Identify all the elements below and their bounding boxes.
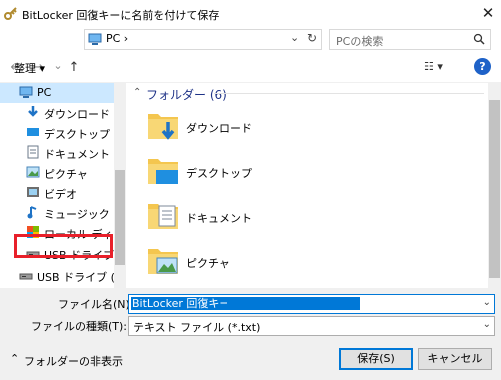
pictures-icon [26,166,40,178]
highlight-box [14,234,113,258]
filename-dropdown-button[interactable]: ⌄ [483,297,491,308]
usb-drive-icon [19,273,33,280]
title-bar: BitLocker 回復キーに名前を付けて保存 ✕ [0,0,501,28]
folder-label: ダウンロード [186,122,252,135]
folder-label: ドキュメント [186,212,252,225]
sidebar-item-usb-drive-root[interactable]: USB ドライブ (D:) [0,266,117,286]
file-list-scroll-thumb[interactable] [489,100,500,278]
search-icon[interactable] [473,33,485,45]
sidebar-item-videos[interactable]: ビデオ [0,183,117,203]
pc-icon [88,33,102,45]
close-button[interactable]: ✕ [478,3,498,23]
sidebar-item-documents[interactable]: ドキュメント [0,143,117,163]
filetype-select[interactable]: テキスト ファイル (*.txt) ⌄ [128,316,495,336]
sidebar-item-pictures[interactable]: ピクチャ [0,163,117,183]
documents-icon [27,145,39,159]
sidebar-item-label: PC [37,86,52,99]
help-button[interactable]: ? [474,58,491,75]
sidebar-item-label: USB ドライブ (D:) [37,271,117,284]
filetype-label: ファイルの種類(T): [31,320,128,333]
folder-item-desktop[interactable]: デスクトップ [146,151,346,191]
view-options-button[interactable]: ☷ ▾ [424,60,443,73]
hide-folders-icon[interactable]: ⌃ [10,352,19,365]
folder-item-pictures[interactable]: ピクチャ [146,241,346,281]
filetype-value[interactable]: テキスト ファイル (*.txt) [133,319,260,335]
filetype-dropdown-button[interactable]: ⌄ [483,319,491,330]
desktop-icon [27,128,39,136]
download-icon [28,106,38,117]
save-button[interactable]: 保存(S) [339,348,413,370]
sidebar-item-label: ダウンロード [44,108,110,121]
filename-value[interactable]: BitLocker 回復キー [131,297,232,310]
refresh-button[interactable]: ↻ [307,31,317,45]
sidebar-item-label: ミュージック [44,208,110,221]
navigation-pane-scroll-thumb[interactable] [115,170,125,265]
videos-icon [27,187,39,197]
window-title: BitLocker 回復キーに名前を付けて保存 [22,9,220,22]
address-bar[interactable]: PC › ⌄ ↻ [84,29,322,50]
sidebar-item-desktop[interactable]: デスクトップ [0,123,117,143]
sidebar-item-pc[interactable]: PC [0,83,117,103]
sidebar-item-label: デスクトップ [44,128,110,141]
address-dropdown-button[interactable]: ⌄ [290,31,299,44]
sidebar-item-label: ピクチャ [44,168,88,181]
folder-item-documents[interactable]: ドキュメント [146,196,346,236]
folder-label: ピクチャ [186,257,230,270]
sidebar-item-label: ドキュメント [44,148,110,161]
sidebar-item-music[interactable]: ミュージック [0,203,117,223]
sidebar-item-downloads[interactable]: ダウンロード [0,103,117,123]
hide-folders-button[interactable]: フォルダーの非表示 [24,353,123,369]
documents-folder-icon [148,204,178,229]
desktop-folder-icon [148,159,178,184]
group-divider [214,93,484,94]
filename-field[interactable]: BitLocker 回復キー ⌄ [128,294,495,314]
search-box[interactable]: PCの検索 [329,29,491,50]
group-heading[interactable]: フォルダー (6) [146,86,227,103]
music-icon [27,206,37,219]
folder-label: デスクトップ [186,167,252,180]
pc-icon [19,86,33,98]
filename-label: ファイル名(N): [58,298,134,311]
search-placeholder[interactable]: PCの検索 [336,33,383,49]
bitlocker-key-icon [4,7,17,20]
sidebar-item-label: ビデオ [44,188,77,201]
collapse-group-icon[interactable]: ⌃ [133,87,141,98]
pictures-folder-icon [148,249,178,274]
cancel-button[interactable]: キャンセル [418,348,492,370]
filename-selection [227,297,360,310]
folder-item-downloads[interactable]: ダウンロード [146,106,346,146]
download-folder-icon [148,114,178,140]
organize-menu[interactable]: 整理 ▾ [14,60,45,76]
address-path[interactable]: PC › [106,32,128,45]
